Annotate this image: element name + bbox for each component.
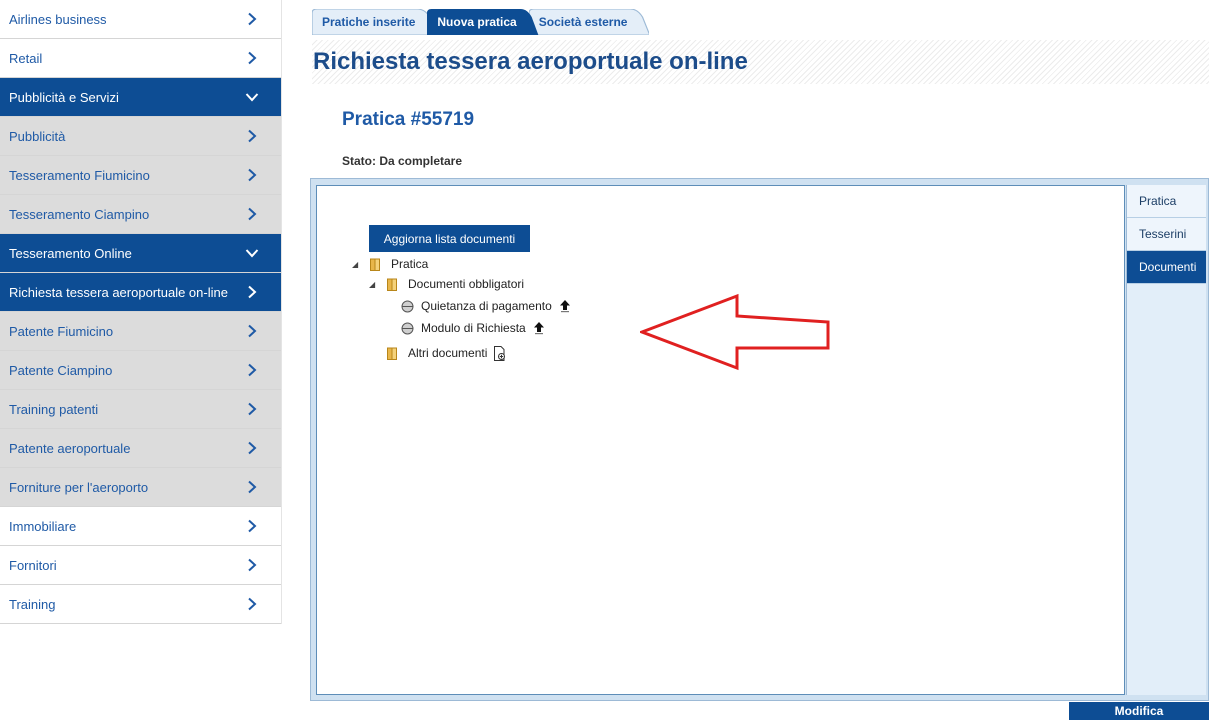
tab-nuova-pratica[interactable]: Nuova pratica — [427, 9, 539, 35]
annotation-arrow-icon — [640, 293, 830, 371]
sidebar-item-label: Training patenti — [9, 401, 99, 417]
sidebar-item-patente-ciampino[interactable]: Patente Ciampino — [0, 351, 281, 390]
sidebar-item-patente-aeroportuale[interactable]: Patente aeroportuale — [0, 429, 281, 468]
status-circle-icon — [401, 300, 414, 313]
page-title: Richiesta tessera aeroportuale on-line — [313, 48, 748, 75]
sidebar-item-label: Forniture per l'aeroporto — [9, 479, 149, 495]
chevron-right-icon — [245, 129, 259, 143]
documents-tree-area — [316, 185, 1125, 695]
tree-node-label: Documenti obbligatori — [408, 277, 525, 291]
sidebar-item-tesseramento-ciampino[interactable]: Tesseramento Ciampino — [0, 195, 281, 234]
vtab-pratica[interactable]: Pratica — [1127, 185, 1206, 218]
sidebar-item-patente-fiumicino[interactable]: Patente Fiumicino — [0, 312, 281, 351]
sidebar-item-forniture-aeroporto[interactable]: Forniture per l'aeroporto — [0, 468, 281, 507]
add-document-icon[interactable] — [493, 345, 507, 361]
refresh-documents-button[interactable]: Aggiorna lista documenti — [369, 225, 530, 252]
sidebar-item-label: Richiesta tessera aeroportuale on-line — [9, 284, 228, 300]
vtab-documenti[interactable]: Documenti — [1127, 251, 1206, 284]
sidebar-item-label: Airlines business — [9, 11, 107, 27]
tree-node-label: Pratica — [391, 257, 429, 271]
tree-node-label: Modulo di Richiesta — [421, 321, 526, 335]
sidebar-item-label: Tesseramento Online — [9, 245, 132, 261]
tree-node-label: Quietanza di pagamento — [421, 299, 552, 313]
sidebar-item-label: Tesseramento Ciampino — [9, 206, 150, 222]
sidebar-item-training-patenti[interactable]: Training patenti — [0, 390, 281, 429]
sidebar-item-label: Patente aeroportuale — [9, 440, 131, 456]
chevron-right-icon — [245, 12, 259, 26]
sidebar-item-fornitori[interactable]: Fornitori — [0, 546, 281, 585]
chevron-right-icon — [245, 168, 259, 182]
upload-icon[interactable] — [532, 321, 546, 335]
chevron-right-icon — [245, 285, 259, 299]
tree-node-documenti-obbligatori[interactable]: ◢ Documenti obbligatori — [369, 275, 524, 293]
vtab-tesserini[interactable]: Tesserini — [1127, 218, 1206, 251]
chevron-right-icon — [245, 441, 259, 455]
tree-node-pratica[interactable]: ◢ Pratica — [352, 255, 428, 273]
sidebar-item-label: Fornitori — [9, 557, 57, 573]
sidebar-item-label: Immobiliare — [9, 518, 77, 534]
sidebar-item-label: Tesseramento Fiumicino — [9, 167, 150, 183]
chevron-right-icon — [245, 480, 259, 494]
tab-label: Nuova pratica — [437, 15, 517, 29]
status-circle-icon — [401, 322, 414, 335]
pratica-title: Pratica #55719 — [342, 109, 475, 130]
chevron-down-icon — [245, 246, 259, 260]
sidebar-item-training[interactable]: Training — [0, 585, 281, 624]
chevron-down-icon — [245, 90, 259, 104]
folder-icon — [387, 278, 400, 291]
sidebar-item-pubblicita-e-servizi[interactable]: Pubblicità e Servizi — [0, 78, 281, 117]
modifica-button[interactable]: Modifica — [1069, 702, 1209, 720]
chevron-right-icon — [245, 402, 259, 416]
expand-toggle-icon[interactable]: ◢ — [352, 260, 362, 269]
tree-node-altri-documenti[interactable]: Altri documenti — [387, 344, 507, 362]
upload-icon[interactable] — [558, 299, 572, 313]
sidebar-item-label: Pubblicità — [9, 128, 66, 144]
sidebar-item-pubblicita[interactable]: Pubblicità — [0, 117, 281, 156]
sidebar-item-label: Retail — [9, 50, 43, 66]
sidebar-item-label: Patente Fiumicino — [9, 323, 114, 339]
tab-pratiche-inserite[interactable]: Pratiche inserite — [312, 9, 438, 35]
folder-icon — [387, 347, 400, 360]
sidebar-item-label: Patente Ciampino — [9, 362, 113, 378]
documents-panel: Pratica Tesserini Documenti — [310, 178, 1209, 701]
chevron-right-icon — [245, 363, 259, 377]
tree-node-modulo-richiesta[interactable]: Modulo di Richiesta — [401, 319, 546, 337]
tree-node-label: Altri documenti — [408, 346, 488, 360]
tree-node-quietanza[interactable]: Quietanza di pagamento — [401, 297, 572, 315]
sidebar-item-immobiliare[interactable]: Immobiliare — [0, 507, 281, 546]
sidebar-item-tesseramento-online[interactable]: Tesseramento Online — [0, 234, 281, 273]
sidebar-item-richiesta-tessera[interactable]: Richiesta tessera aeroportuale on-line — [0, 273, 281, 312]
status-text: Stato: Da completare — [342, 154, 463, 168]
tab-societa-esterne[interactable]: Società esterne — [528, 9, 650, 35]
chevron-right-icon — [245, 519, 259, 533]
expand-toggle-icon[interactable]: ◢ — [369, 280, 379, 289]
sidebar-item-label: Pubblicità e Servizi — [9, 89, 119, 105]
sidebar-item-retail[interactable]: Retail — [0, 39, 281, 78]
sidebar-item-airlines-business[interactable]: Airlines business — [0, 0, 281, 39]
folder-icon — [370, 258, 383, 271]
sidebar-item-tesseramento-fiumicino[interactable]: Tesseramento Fiumicino — [0, 156, 281, 195]
tab-label: Pratiche inserite — [322, 15, 416, 29]
top-tabs: Pratiche inserite Nuova pratica Società … — [312, 9, 650, 35]
chevron-right-icon — [245, 207, 259, 221]
chevron-right-icon — [245, 51, 259, 65]
chevron-right-icon — [245, 558, 259, 572]
vertical-tabs: Pratica Tesserini Documenti — [1126, 185, 1206, 695]
tab-label: Società esterne — [538, 15, 628, 29]
chevron-right-icon — [245, 597, 259, 611]
sidebar: Airlines business Retail Pubblicità e Se… — [0, 0, 282, 624]
chevron-right-icon — [245, 324, 259, 338]
sidebar-item-label: Training — [9, 596, 56, 612]
